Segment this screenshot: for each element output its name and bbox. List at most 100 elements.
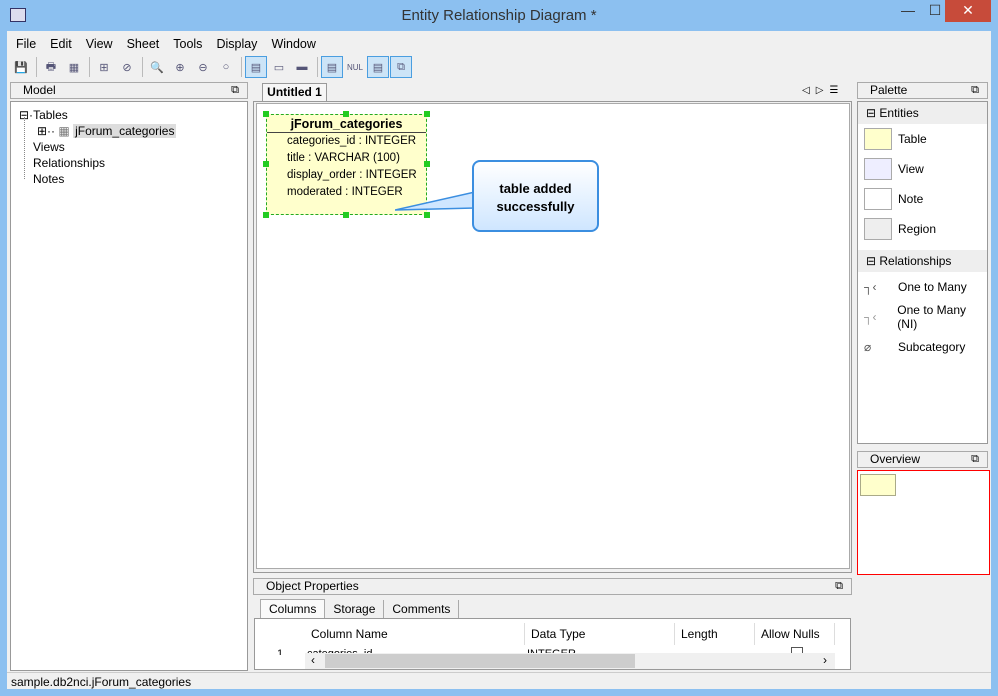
palette-region[interactable]: Region — [858, 214, 987, 244]
toolbar-separator — [241, 57, 242, 77]
app-icon — [10, 8, 26, 22]
palette-label: Table — [898, 132, 927, 146]
tree-table-item[interactable]: ⊞·· ▦ jForum_categories — [37, 124, 177, 138]
close-button[interactable]: ✕ — [945, 0, 991, 22]
print-icon[interactable]: 🖶 — [40, 56, 62, 78]
palette-label: Subcategory — [898, 340, 966, 354]
tree-notes[interactable]: Notes — [33, 172, 64, 186]
palette-label: Region — [898, 222, 937, 236]
zoom-out-icon[interactable]: ⊖ — [192, 56, 214, 78]
palette-body: ⊟ Entities Table View Note Region ⊟ Relatio… — [857, 101, 988, 444]
show-types-icon[interactable]: ▤ — [321, 56, 343, 78]
overview-entity-thumbnail — [860, 474, 896, 496]
tab-columns[interactable]: Columns — [260, 599, 326, 619]
minimize-button[interactable]: — — [893, 0, 923, 22]
show-columns-icon[interactable]: ▤ — [245, 56, 267, 78]
tree-tables[interactable]: ⊟·Tables — [19, 108, 68, 122]
palette-label: View — [898, 162, 924, 176]
show-name-icon[interactable]: ▬ — [291, 56, 313, 78]
palette-label: Note — [898, 192, 924, 206]
note-icon — [864, 188, 892, 210]
layout-icon[interactable]: ⊞ — [93, 56, 115, 78]
relationship-icon: ⌀ — [864, 340, 872, 354]
column-header[interactable]: Allow Nulls — [755, 623, 835, 645]
entity-column[interactable]: display_order : INTEGER — [267, 167, 426, 184]
column-header[interactable]: Column Name — [305, 623, 525, 645]
stop-icon[interactable]: ⊘ — [116, 56, 138, 78]
grid-icon[interactable]: ▦ — [63, 56, 85, 78]
toolbar-separator — [89, 57, 90, 77]
palette-relationship[interactable]: ┐‹ One to Many — [858, 272, 987, 302]
properties-header: Object Properties ⧉ — [253, 578, 852, 595]
tree-relationships[interactable]: Relationships — [33, 156, 105, 170]
window-title: Entity Relationship Diagram * — [401, 7, 597, 24]
palette-header: Palette ⧉ — [857, 82, 988, 99]
relationships-section[interactable]: ⊟ Relationships — [858, 250, 987, 272]
restore-icon[interactable]: ⧉ — [835, 579, 843, 594]
entity-name: jForum_categories — [267, 115, 426, 133]
columns-table: Column Name Data Type Length Allow Nulls 1 … — [254, 618, 851, 670]
table-icon — [864, 128, 892, 150]
zoom-fit-icon[interactable]: 🔍 — [146, 56, 168, 78]
scrollbar-thumb[interactable] — [325, 654, 635, 668]
callout-line: table added — [499, 181, 572, 196]
menu-file[interactable]: File — [16, 37, 36, 51]
relationship-icon: ┐‹ — [864, 280, 877, 294]
toolbar-separator — [142, 57, 143, 77]
toolbar: 💾 🖶 ▦ ⊞ ⊘ 🔍 ⊕ ⊖ ○ ▤ ▭ ▬ ▤ NUL ▤ ⧉ — [10, 56, 413, 78]
palette-relationship[interactable]: ⌀ Subcategory — [858, 332, 987, 362]
palette-table[interactable]: Table — [858, 124, 987, 154]
show-relations-icon[interactable]: ⧉ — [390, 56, 412, 78]
save-icon[interactable]: 💾 — [10, 56, 32, 78]
callout-line: successfully — [496, 199, 575, 214]
restore-icon[interactable]: ⧉ — [971, 452, 979, 467]
overview-title: Overview — [870, 452, 921, 466]
model-tree: ⊟·Tables ⊞·· ▦ jForum_categories Views R… — [10, 101, 248, 671]
menu-edit[interactable]: Edit — [50, 37, 72, 51]
tab-comments[interactable]: Comments — [384, 600, 460, 618]
palette-note[interactable]: Note — [858, 184, 987, 214]
entities-section[interactable]: ⊟ Entities — [858, 102, 987, 124]
palette-title: Palette — [870, 83, 908, 97]
overview-header: Overview ⧉ — [857, 451, 988, 468]
menu-view[interactable]: View — [86, 37, 113, 51]
show-nulls-icon[interactable]: NUL — [344, 56, 366, 78]
zoom-icon[interactable]: ○ — [215, 56, 237, 78]
tab-storage[interactable]: Storage — [325, 600, 385, 618]
menu-window[interactable]: Window — [271, 37, 315, 51]
column-header[interactable]: Data Type — [525, 623, 675, 645]
menu-display[interactable]: Display — [216, 37, 257, 51]
column-header[interactable]: Length — [675, 623, 755, 645]
region-icon — [864, 218, 892, 240]
menu-bar: File Edit View Sheet Tools Display Window — [16, 37, 330, 51]
overview-panel[interactable] — [857, 470, 990, 575]
entity-column[interactable]: title : VARCHAR (100) — [267, 150, 426, 167]
callout-pointer — [395, 191, 475, 211]
restore-icon[interactable]: ⧉ — [231, 83, 239, 98]
menu-tools[interactable]: Tools — [173, 37, 202, 51]
properties-title: Object Properties — [266, 579, 359, 593]
callout-message: table added successfully — [472, 160, 599, 232]
palette-label: One to Many (NI) — [897, 303, 966, 331]
model-panel-header: Model ⧉ — [10, 82, 248, 99]
tab-nav-icons[interactable]: ◁▷☰ — [802, 85, 844, 96]
relationship-icon: ┐‹ — [864, 310, 877, 324]
palette-relationship[interactable]: ┐‹ One to Many (NI) — [858, 302, 987, 332]
status-bar: sample.db2nci.jForum_categories — [7, 672, 991, 690]
zoom-in-icon[interactable]: ⊕ — [169, 56, 191, 78]
horizontal-scrollbar[interactable]: ‹ › — [305, 653, 835, 669]
table-icon: ▦ — [58, 124, 70, 138]
tab-untitled-1[interactable]: Untitled 1 — [262, 83, 327, 101]
menu-sheet[interactable]: Sheet — [127, 37, 160, 51]
model-panel-title: Model — [23, 83, 56, 97]
properties-tabs: Columns Storage Comments — [260, 599, 460, 619]
show-keys-icon[interactable]: ▭ — [268, 56, 290, 78]
palette-view[interactable]: View — [858, 154, 987, 184]
tree-views[interactable]: Views — [33, 140, 65, 154]
show-comments-icon[interactable]: ▤ — [367, 56, 389, 78]
entity-column[interactable]: categories_id : INTEGER — [267, 133, 426, 150]
toolbar-separator — [317, 57, 318, 77]
restore-icon[interactable]: ⧉ — [971, 83, 979, 98]
palette-label: One to Many — [898, 280, 967, 294]
toolbar-separator — [36, 57, 37, 77]
